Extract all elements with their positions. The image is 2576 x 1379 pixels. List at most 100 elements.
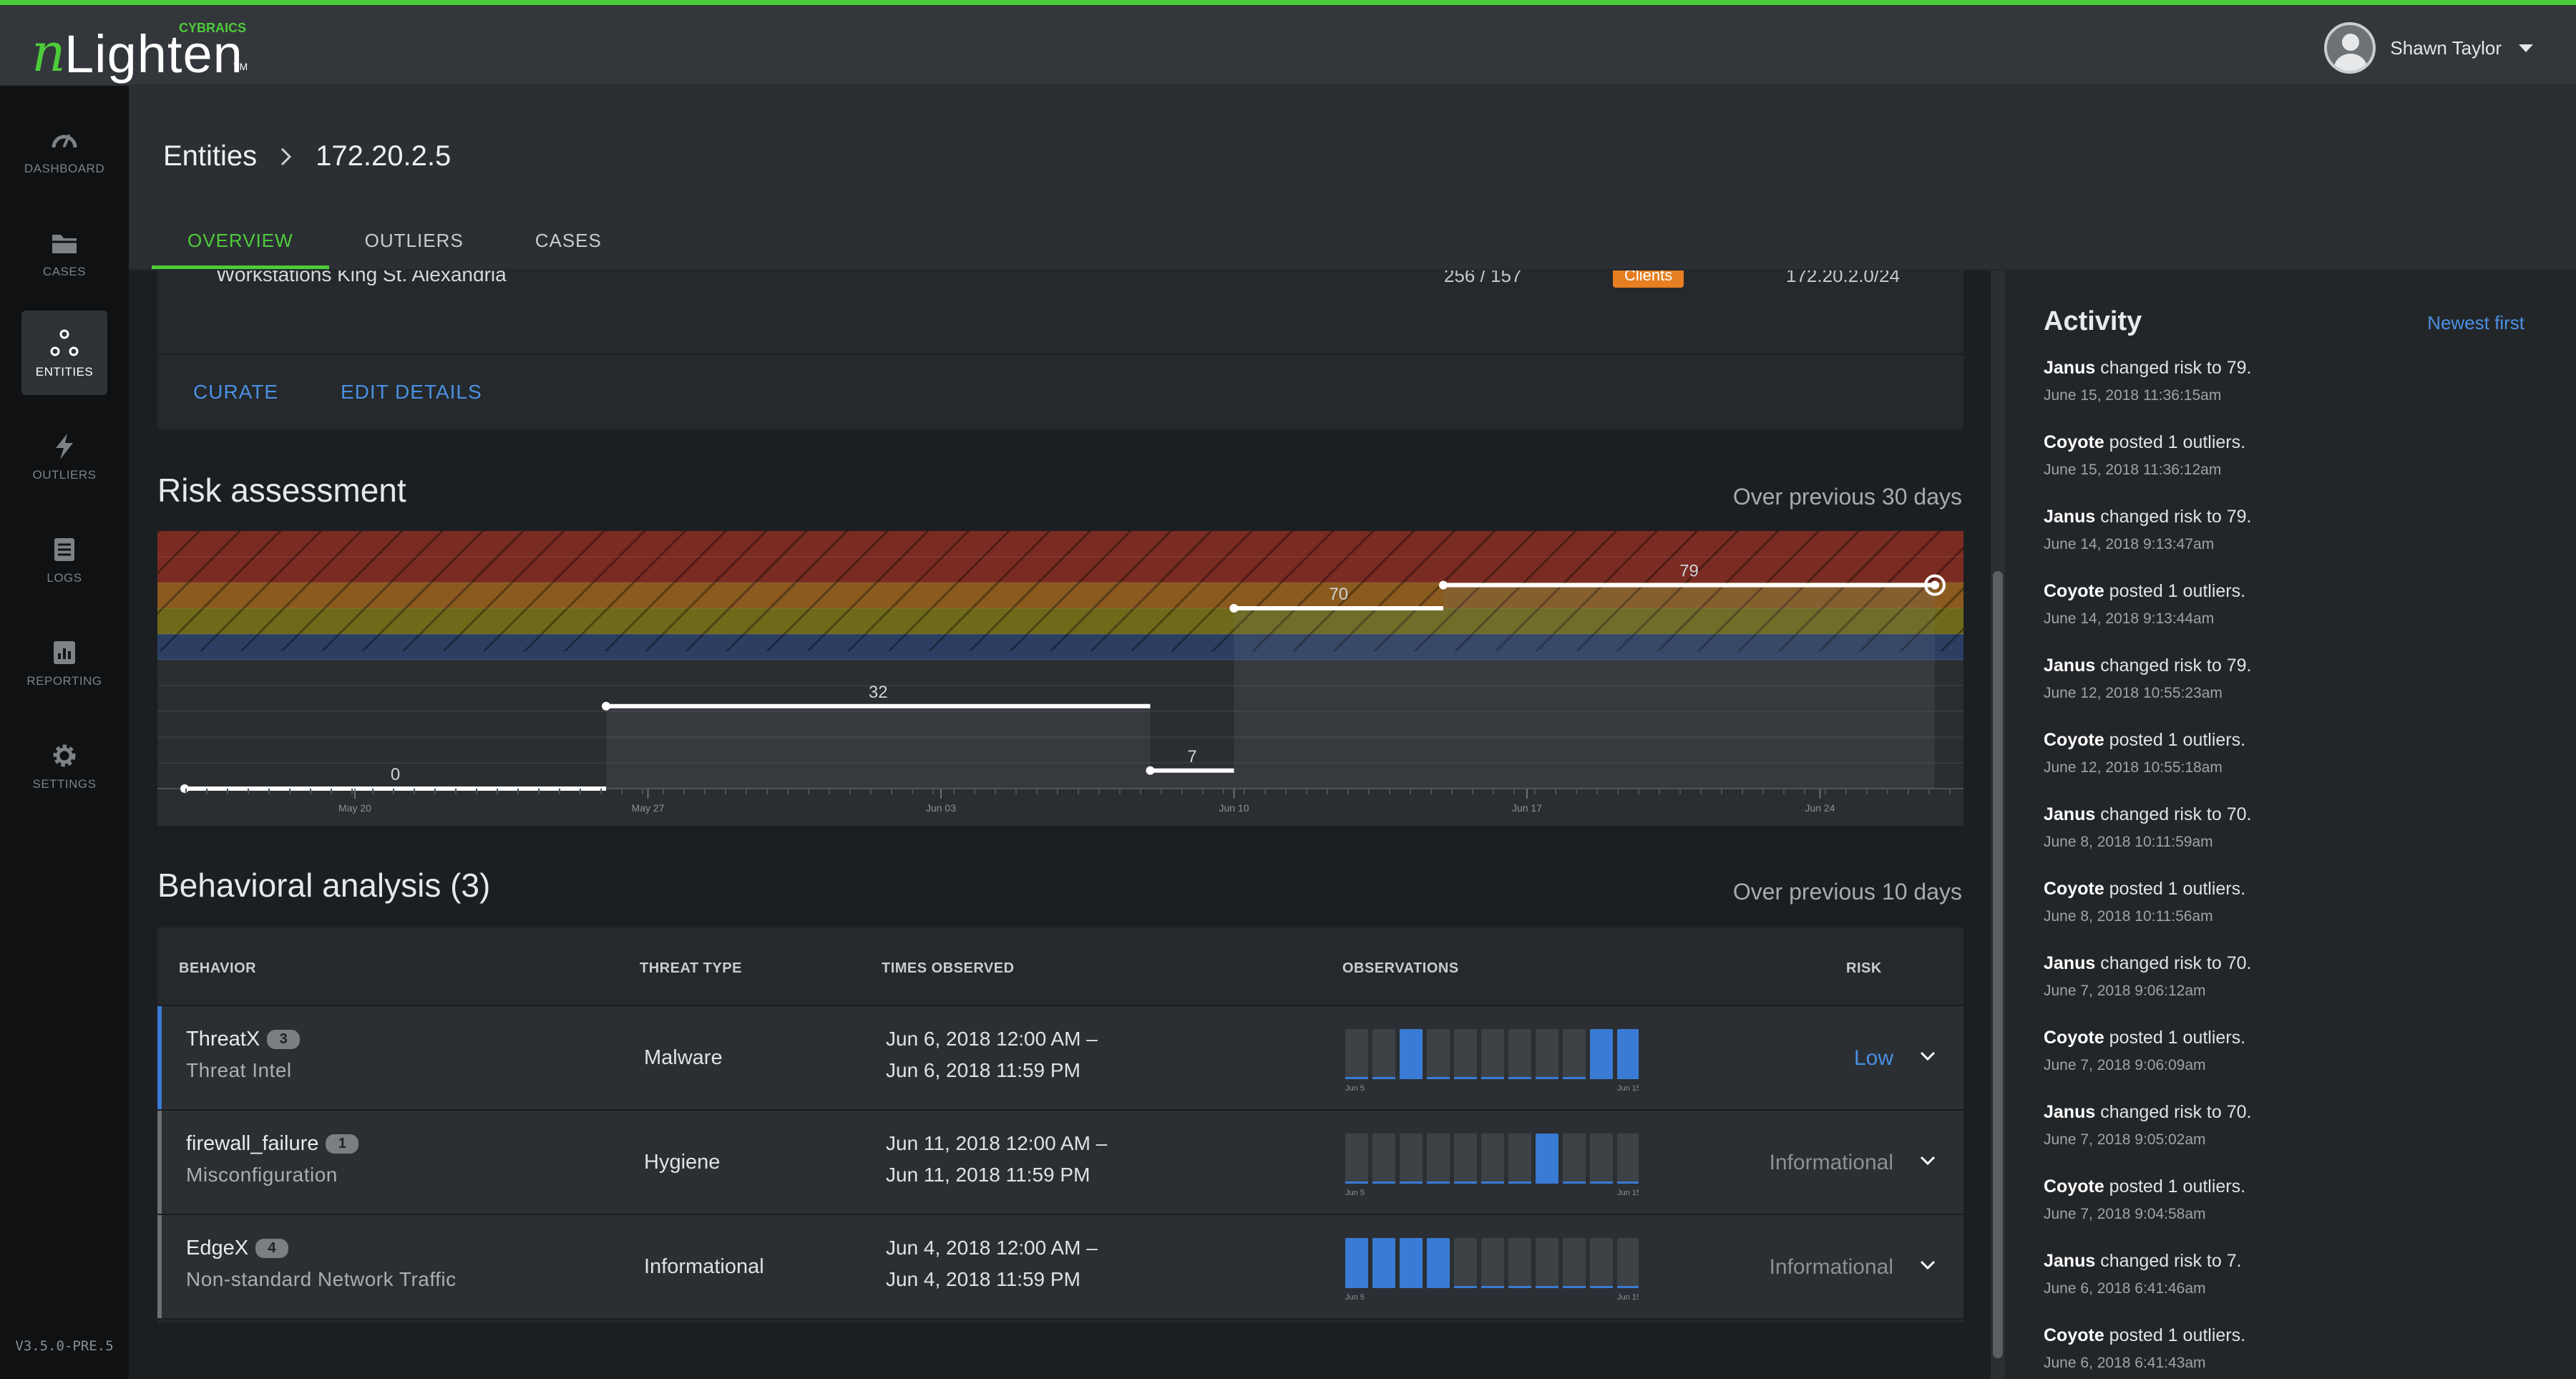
observation-bar[interactable]: [1536, 1134, 1558, 1184]
chevron-down-icon[interactable]: [2519, 44, 2533, 52]
observation-baseline: [1617, 1286, 1639, 1288]
col-times-observed[interactable]: TIMES OBSERVED: [882, 960, 1015, 977]
scrollbar[interactable]: [1991, 271, 2005, 1379]
activity-actor[interactable]: Coyote: [2044, 1028, 2104, 1048]
nav-item-entities[interactable]: Entities: [21, 311, 107, 395]
observation-bar[interactable]: [1454, 1238, 1477, 1288]
observation-bar[interactable]: [1372, 1029, 1395, 1079]
observation-bar[interactable]: [1454, 1029, 1477, 1079]
activity-actor[interactable]: Janus: [2044, 1102, 2095, 1122]
risk-area: [1234, 608, 1443, 789]
risk-step-point[interactable]: [1229, 604, 1239, 613]
edit-details-button[interactable]: EDIT DETAILS: [341, 381, 482, 404]
observation-bar[interactable]: [1617, 1134, 1639, 1184]
behavior-count-badge: 3: [267, 1030, 301, 1049]
observation-bar[interactable]: [1617, 1029, 1639, 1079]
observation-bar[interactable]: [1563, 1134, 1586, 1184]
observation-bar[interactable]: [1345, 1134, 1368, 1184]
observation-bar[interactable]: [1427, 1134, 1450, 1184]
observation-bar[interactable]: [1563, 1029, 1586, 1079]
chevron-down-icon[interactable]: [1919, 1257, 1936, 1274]
observation-bar[interactable]: [1345, 1029, 1368, 1079]
observation-bar[interactable]: [1508, 1238, 1531, 1288]
activity-actor[interactable]: Coyote: [2044, 581, 2104, 601]
observation-baseline: [1372, 1077, 1395, 1079]
scrollbar-thumb[interactable]: [1993, 571, 2003, 1358]
group-subnet: 172.20.2.0/24: [1786, 271, 1901, 286]
nav-item-cases[interactable]: Cases: [21, 210, 107, 295]
col-threat-type[interactable]: THREAT TYPE: [640, 960, 742, 977]
nav-item-outliers[interactable]: Outliers: [21, 414, 107, 498]
table-row[interactable]: ThreatX 3 Threat Intel Malware Jun 6, 20…: [157, 1006, 1963, 1111]
observation-bar[interactable]: [1454, 1134, 1477, 1184]
nav-item-logs[interactable]: Logs: [21, 517, 107, 601]
observation-bar[interactable]: [1590, 1134, 1613, 1184]
breadcrumb-root[interactable]: Entities: [163, 140, 257, 172]
activity-item: Coyote posted 1 outliers. June 6, 2018 6:…: [2044, 1325, 2530, 1372]
tab-outliers[interactable]: OUTLIERS: [329, 219, 499, 269]
table-row[interactable]: firewall_failure 1 Misconfiguration Hygi…: [157, 1111, 1963, 1215]
user-name[interactable]: Shawn Taylor: [2390, 37, 2502, 59]
risk-step-point[interactable]: [1439, 580, 1448, 590]
observation-bar[interactable]: [1481, 1238, 1504, 1288]
activity-actor[interactable]: Coyote: [2044, 1176, 2104, 1197]
observation-bar[interactable]: [1400, 1238, 1423, 1288]
activity-actor[interactable]: Coyote: [2044, 730, 2104, 750]
sort-toggle[interactable]: Newest first: [2427, 312, 2524, 334]
activity-action: posted 1 outliers.: [2104, 1325, 2246, 1345]
observation-bar[interactable]: [1508, 1134, 1531, 1184]
observation-bar[interactable]: [1372, 1238, 1395, 1288]
observation-bar[interactable]: [1617, 1238, 1639, 1288]
observation-baseline: [1617, 1181, 1639, 1184]
col-behavior[interactable]: BEHAVIOR: [179, 960, 256, 977]
observation-bar[interactable]: [1481, 1029, 1504, 1079]
observation-bar[interactable]: [1563, 1238, 1586, 1288]
row-indicator: [157, 1006, 162, 1109]
activity-actor[interactable]: Janus: [2044, 358, 2095, 378]
risk-step-point[interactable]: [1146, 766, 1155, 775]
chevron-down-icon[interactable]: [1919, 1152, 1936, 1169]
activity-actor[interactable]: Janus: [2044, 804, 2095, 824]
nlighten-logo[interactable]: n Lighten CYBRAICS TM: [31, 16, 260, 84]
observation-bar[interactable]: [1427, 1238, 1450, 1288]
table-row[interactable]: EdgeX 4 Non-standard Network Traffic Inf…: [157, 1215, 1963, 1320]
nav-item-dashboard[interactable]: Dashboard: [21, 107, 107, 192]
observation-bar[interactable]: [1508, 1029, 1531, 1079]
activity-actor[interactable]: Janus: [2044, 1251, 2095, 1271]
obs-start-label: Jun 5: [1345, 1293, 1365, 1301]
observation-bar[interactable]: [1427, 1029, 1450, 1079]
activity-actor[interactable]: Coyote: [2044, 432, 2104, 452]
observation-bar[interactable]: [1372, 1134, 1395, 1184]
risk-step-point[interactable]: [602, 701, 610, 711]
chevron-down-icon[interactable]: [1919, 1048, 1936, 1065]
nav-item-settings[interactable]: Settings: [21, 723, 107, 807]
observation-bar[interactable]: [1590, 1238, 1613, 1288]
risk-area: [1150, 770, 1234, 789]
avatar[interactable]: [2324, 22, 2376, 74]
curate-button[interactable]: CURATE: [193, 381, 278, 404]
activity-item: Janus changed risk to 70. June 8, 2018 10…: [2044, 804, 2530, 851]
activity-actor[interactable]: Coyote: [2044, 879, 2104, 899]
observation-bar[interactable]: [1590, 1029, 1613, 1079]
activity-timestamp: June 15, 2018 11:36:15am: [2044, 387, 2222, 404]
observation-bar[interactable]: [1481, 1134, 1504, 1184]
logo-n: n: [31, 22, 66, 84]
tab-cases[interactable]: CASES: [499, 219, 638, 269]
observation-bar[interactable]: [1400, 1134, 1423, 1184]
tab-overview[interactable]: OVERVIEW: [152, 219, 329, 269]
activity-actor[interactable]: Janus: [2044, 953, 2095, 973]
observation-bar[interactable]: [1536, 1029, 1558, 1079]
activity-actor[interactable]: Janus: [2044, 507, 2095, 527]
col-risk[interactable]: RISK: [1846, 960, 1882, 977]
nav-item-reporting[interactable]: Reporting: [21, 620, 107, 704]
observation-bar[interactable]: [1400, 1029, 1423, 1079]
user-menu[interactable]: Shawn Taylor: [2324, 22, 2533, 74]
activity-actor[interactable]: Janus: [2044, 656, 2095, 676]
observation-bar[interactable]: [1536, 1238, 1558, 1288]
observation-bar[interactable]: [1345, 1238, 1368, 1288]
observation-baseline: [1590, 1286, 1613, 1288]
observation-baseline: [1481, 1181, 1504, 1184]
activity-actor[interactable]: Coyote: [2044, 1325, 2104, 1345]
risk-step-point[interactable]: [180, 784, 189, 793]
obs-end-label: Jun 15: [1617, 1084, 1639, 1092]
